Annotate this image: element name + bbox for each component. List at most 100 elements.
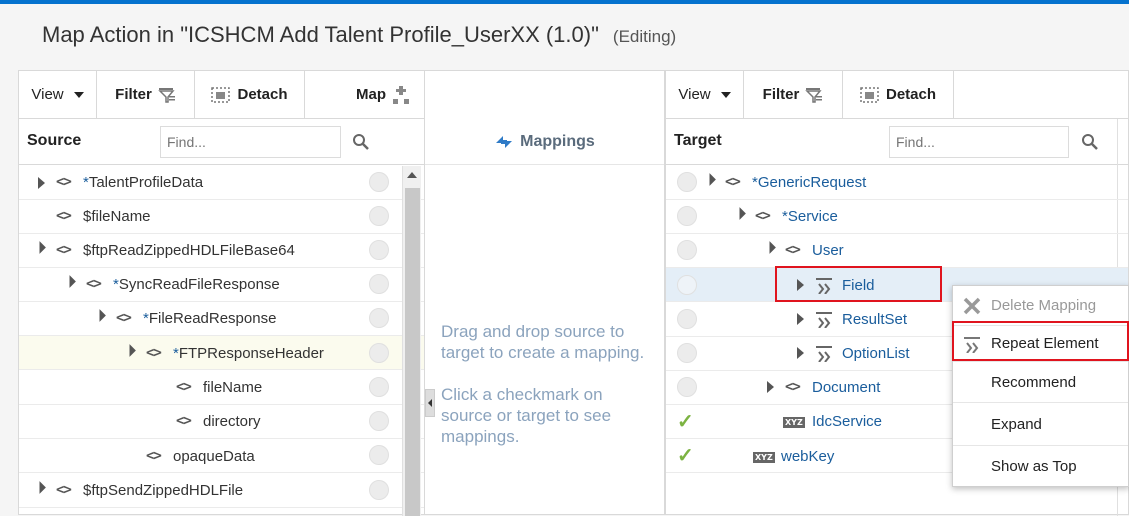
source-search-button[interactable]: [341, 126, 381, 158]
target-header: Target: [666, 119, 1128, 165]
source-find-input[interactable]: [160, 126, 341, 158]
collapse-panel-handle[interactable]: [425, 389, 435, 417]
map-status-circle[interactable]: [677, 206, 697, 226]
tree-row[interactable]: <> *FTPResponseHeader: [19, 336, 424, 370]
map-status-circle[interactable]: [677, 172, 697, 192]
tree-row[interactable]: <> *SyncReadFileResponse: [19, 268, 424, 302]
tree-row[interactable]: <> fileName: [19, 371, 424, 405]
row-label: SyncReadFileResponse: [118, 276, 280, 293]
search-icon: [1082, 134, 1098, 150]
element-icon: <>: [785, 379, 801, 395]
map-status-circle[interactable]: [677, 275, 697, 295]
row-label: $fileName: [83, 208, 151, 225]
menu-item-expand[interactable]: Expand: [953, 404, 1128, 446]
element-icon: <>: [146, 448, 162, 464]
string-type-icon: XYZ: [753, 452, 775, 463]
source-title: Source: [27, 132, 82, 149]
repeat-element-icon: [816, 346, 832, 362]
source-scrollbar[interactable]: [402, 166, 421, 516]
collapse-arrow-icon[interactable]: [33, 241, 46, 254]
collapse-arrow-icon[interactable]: [733, 207, 746, 220]
source-map-button[interactable]: Map: [305, 71, 424, 118]
target-filter-button[interactable]: Filter: [744, 71, 843, 118]
collapse-arrow-icon[interactable]: [763, 241, 776, 254]
target-search-button[interactable]: [1070, 126, 1110, 158]
map-status-circle[interactable]: [369, 480, 389, 500]
menu-item-show-as-top[interactable]: Show as Top: [953, 446, 1128, 486]
checkmark-hint: Click a checkmark on source or target to…: [441, 385, 612, 446]
scroll-up-arrow-icon[interactable]: [407, 172, 417, 178]
menu-item-recommend[interactable]: Recommend: [953, 363, 1128, 403]
repeat-element-highlight-box: [952, 321, 1129, 361]
tree-row[interactable]: <> $ftpSendZippedHDLFile: [19, 474, 424, 508]
row-label: TalentProfileData: [88, 174, 204, 191]
collapse-arrow-icon[interactable]: [33, 481, 46, 494]
element-icon: <>: [56, 174, 72, 190]
map-status-circle[interactable]: [369, 308, 389, 328]
row-label: IdcService: [812, 413, 883, 430]
expand-arrow-icon[interactable]: [797, 347, 804, 359]
menu-item-label: Expand: [991, 416, 1042, 433]
map-label: Map: [356, 86, 386, 103]
map-status-circle[interactable]: [677, 240, 697, 260]
row-label: OptionList: [842, 345, 910, 362]
expand-arrow-icon[interactable]: [797, 313, 804, 325]
tree-row[interactable]: <> $ftpReadZippedHDLFileBase64: [19, 234, 424, 268]
tree-row[interactable]: <> opaqueData: [19, 439, 424, 473]
map-status-circle[interactable]: [369, 411, 389, 431]
element-icon: <>: [785, 242, 801, 258]
map-status-circle[interactable]: [369, 274, 389, 294]
detach-label: Detach: [237, 86, 288, 103]
collapse-arrow-icon[interactable]: [63, 275, 76, 288]
tree-row[interactable]: <> *Service: [666, 200, 1128, 234]
element-icon: <>: [176, 379, 192, 395]
row-label: $ftpReadZippedHDLFileBase64: [83, 242, 295, 259]
tree-row[interactable]: <> *GenericRequest: [666, 166, 1128, 200]
source-filter-button[interactable]: Filter: [97, 71, 195, 118]
page-title-text: Map Action in "ICSHCM Add Talent Profile…: [42, 22, 599, 47]
row-label: ResultSet: [842, 311, 908, 328]
map-status-circle[interactable]: [369, 172, 389, 192]
target-detach-button[interactable]: Detach: [843, 71, 954, 118]
editing-status: (Editing): [612, 27, 677, 46]
map-status-circle[interactable]: [369, 343, 389, 363]
repeat-element-icon: [816, 312, 832, 328]
row-label: fileName: [203, 379, 263, 396]
check-icon[interactable]: ✓: [677, 409, 694, 434]
check-icon[interactable]: ✓: [677, 443, 694, 468]
expand-arrow-icon[interactable]: [767, 381, 774, 393]
mappings-header: Mappings: [425, 119, 664, 165]
map-status-circle[interactable]: [677, 343, 697, 363]
target-find-input[interactable]: [889, 126, 1069, 158]
delete-icon: [963, 297, 981, 315]
chevron-down-icon: [73, 91, 84, 98]
map-status-circle[interactable]: [369, 445, 389, 465]
row-label: directory: [203, 413, 261, 430]
scroll-thumb[interactable]: [405, 188, 420, 516]
field-highlight-box: [775, 266, 942, 302]
tree-row[interactable]: <> directory: [19, 405, 424, 439]
map-status-circle[interactable]: [677, 377, 697, 397]
source-detach-button[interactable]: Detach: [195, 71, 305, 118]
tree-row[interactable]: <> User: [666, 234, 1128, 268]
context-menu: Delete Mapping Repeat Element Recommend …: [952, 285, 1129, 487]
collapse-arrow-icon[interactable]: [123, 344, 136, 357]
row-label: webKey: [781, 448, 835, 465]
search-icon: [353, 134, 369, 150]
menu-item-delete-mapping[interactable]: Delete Mapping: [953, 286, 1128, 326]
element-icon: <>: [176, 413, 192, 429]
map-status-circle[interactable]: [369, 377, 389, 397]
source-view-menu[interactable]: View: [19, 71, 97, 118]
collapse-arrow-icon[interactable]: [93, 309, 106, 322]
map-status-circle[interactable]: [677, 309, 697, 329]
map-status-circle[interactable]: [369, 240, 389, 260]
tree-row[interactable]: <> $fileName: [19, 200, 424, 234]
target-view-menu[interactable]: View: [666, 71, 744, 118]
map-status-circle[interactable]: [369, 206, 389, 226]
element-icon: <>: [56, 482, 72, 498]
tree-row[interactable]: <> *FileReadResponse: [19, 302, 424, 336]
menu-item-label: Recommend: [991, 374, 1077, 391]
tree-row[interactable]: <> *TalentProfileData: [19, 166, 424, 200]
collapse-arrow-icon[interactable]: [703, 173, 716, 186]
expand-arrow-icon[interactable]: [38, 177, 45, 189]
